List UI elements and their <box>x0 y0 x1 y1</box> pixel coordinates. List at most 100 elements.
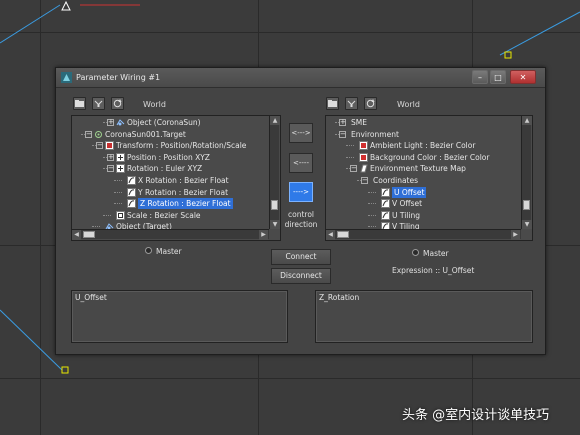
right-expression-box[interactable]: Z_Rotation <box>315 290 533 343</box>
tree-connector <box>114 203 122 205</box>
tree-connector <box>346 145 354 147</box>
tree-item[interactable]: − Coordinates <box>326 175 520 186</box>
left-tree-panel[interactable]: + Object (CoronaSun) − CoronaSun001.Target −… <box>71 115 281 241</box>
scroll-up-icon[interactable]: ▲ <box>270 116 280 125</box>
tree-item[interactable]: Scale : Bezier Scale <box>72 210 268 221</box>
collapse-icon[interactable]: − <box>339 130 346 138</box>
tree-item[interactable]: − Transform : Position/Rotation/Scale <box>72 140 268 151</box>
float-curve-icon <box>127 199 136 209</box>
tree-item[interactable]: − Rotation : Euler XYZ <box>72 163 268 174</box>
scroll-left-icon[interactable]: ◀ <box>72 230 81 240</box>
connect-button[interactable]: Connect <box>271 249 331 265</box>
window-title: Parameter Wiring #1 <box>76 73 161 82</box>
left-master-radio[interactable] <box>145 247 152 254</box>
scroll-thumb[interactable] <box>523 200 530 211</box>
collapse-icon[interactable]: − <box>361 177 368 184</box>
tree-connector <box>346 156 354 158</box>
title-bar[interactable]: Parameter Wiring #1 – □ ✕ <box>56 68 545 88</box>
app-icon <box>61 72 72 83</box>
left-expression-box[interactable]: U_Offset <box>71 290 288 343</box>
scroll-down-icon[interactable]: ▼ <box>522 220 532 229</box>
scroll-down-icon[interactable]: ▼ <box>270 220 280 229</box>
folder-icon <box>75 100 84 107</box>
direction-left-button[interactable]: <---- <box>289 153 313 173</box>
tree-item[interactable]: U Tiling <box>326 210 520 221</box>
scroll-thumb[interactable] <box>83 231 95 238</box>
tree-item[interactable]: + Position : Position XYZ <box>72 152 268 163</box>
right-refresh-button[interactable] <box>364 97 377 110</box>
tree-item-label: Background Color : Bezier Color <box>370 152 490 162</box>
tree-item[interactable]: Ambient Light : Bezier Color <box>326 140 520 151</box>
maximize-button[interactable]: □ <box>490 70 506 84</box>
tree-item[interactable]: Background Color : Bezier Color <box>326 152 520 163</box>
right-filter-button[interactable] <box>345 97 358 110</box>
direction-right-button[interactable]: ----> <box>289 182 313 202</box>
float-curve-icon <box>381 199 390 209</box>
tree-item[interactable]: − Environment <box>326 129 520 140</box>
collapse-icon[interactable]: − <box>350 165 357 173</box>
tree-item[interactable]: Y Rotation : Bezier Float <box>72 187 268 198</box>
tree-item[interactable]: V Offset <box>326 198 520 209</box>
viewport-marker <box>61 366 69 374</box>
collapse-icon[interactable]: − <box>107 165 114 173</box>
object-icon <box>116 118 125 127</box>
close-icon: ✕ <box>519 72 527 82</box>
tree-item-label: SME <box>351 118 367 127</box>
tree-item[interactable]: − Environment Texture Map <box>326 163 520 174</box>
tree-item-label: CoronaSun001.Target <box>105 129 186 139</box>
scroll-thumb[interactable] <box>271 200 278 211</box>
tree-item[interactable]: X Rotation : Bezier Float <box>72 175 268 186</box>
tree-item[interactable]: + SME <box>326 117 520 128</box>
right-master-label: Master <box>423 249 449 258</box>
tree-item-label: V Offset <box>392 199 423 209</box>
tree-item-label: Scale : Bezier Scale <box>127 210 201 220</box>
tree-item[interactable]: U Offset <box>326 186 520 198</box>
horizontal-scrollbar[interactable]: ◀ ▶ <box>326 229 521 240</box>
tree-item-label: Ambient Light : Bezier Color <box>370 141 476 151</box>
close-button[interactable]: ✕ <box>510 70 536 84</box>
color-swatch-icon <box>359 141 368 151</box>
float-curve-icon <box>381 210 390 220</box>
tree-connector <box>103 214 111 216</box>
scroll-thumb[interactable] <box>337 231 349 238</box>
tree-connector <box>114 180 122 181</box>
controller-icon <box>116 164 125 174</box>
left-filter-button[interactable] <box>92 97 105 110</box>
expand-icon[interactable]: + <box>107 153 114 161</box>
disconnect-button[interactable]: Disconnect <box>271 268 331 284</box>
tree-connector <box>92 226 100 228</box>
filter-icon <box>347 100 356 107</box>
horizontal-scrollbar[interactable]: ◀ ▶ <box>72 229 269 240</box>
right-folder-button[interactable] <box>326 97 339 110</box>
vertical-scrollbar[interactable]: ▲ ▼ <box>521 116 532 229</box>
tree-item-label: Object (CoronaSun) <box>127 118 201 127</box>
left-folder-button[interactable] <box>73 97 86 110</box>
expand-icon[interactable]: + <box>107 119 114 126</box>
refresh-icon <box>366 99 375 108</box>
parameter-wiring-dialog: Parameter Wiring #1 – □ ✕ World + Object … <box>55 67 546 355</box>
scroll-right-icon[interactable]: ▶ <box>259 230 268 240</box>
viewport-line <box>0 4 61 44</box>
right-tree-panel[interactable]: + SME − Environment Ambient Light : Bezier C… <box>325 115 533 241</box>
tree-item[interactable]: + Object (CoronaSun) <box>72 117 268 128</box>
tree-item[interactable]: Z Rotation : Bezier Float <box>72 198 268 210</box>
scroll-right-icon[interactable]: ▶ <box>511 230 520 240</box>
tree-item-label: Coordinates <box>373 176 419 185</box>
collapse-icon[interactable]: − <box>85 130 92 138</box>
right-master-radio[interactable] <box>412 249 419 256</box>
tree-item-label: Rotation : Euler XYZ <box>127 164 203 174</box>
left-refresh-button[interactable] <box>111 97 124 110</box>
control-direction-label: control direction <box>284 210 318 229</box>
vertical-scrollbar[interactable]: ▲ ▼ <box>269 116 280 229</box>
tree-connector <box>114 191 122 193</box>
tree-item-label: Y Rotation : Bezier Float <box>138 187 229 197</box>
color-swatch-icon <box>359 152 368 162</box>
tree-item-label: Position : Position XYZ <box>127 152 210 162</box>
collapse-icon[interactable]: − <box>96 142 103 150</box>
expand-icon[interactable]: + <box>339 119 346 126</box>
tree-item[interactable]: − CoronaSun001.Target <box>72 129 268 140</box>
direction-both-button[interactable]: <---> <box>289 123 313 143</box>
scroll-up-icon[interactable]: ▲ <box>522 116 532 125</box>
minimize-button[interactable]: – <box>472 70 488 84</box>
scroll-left-icon[interactable]: ◀ <box>326 230 335 240</box>
